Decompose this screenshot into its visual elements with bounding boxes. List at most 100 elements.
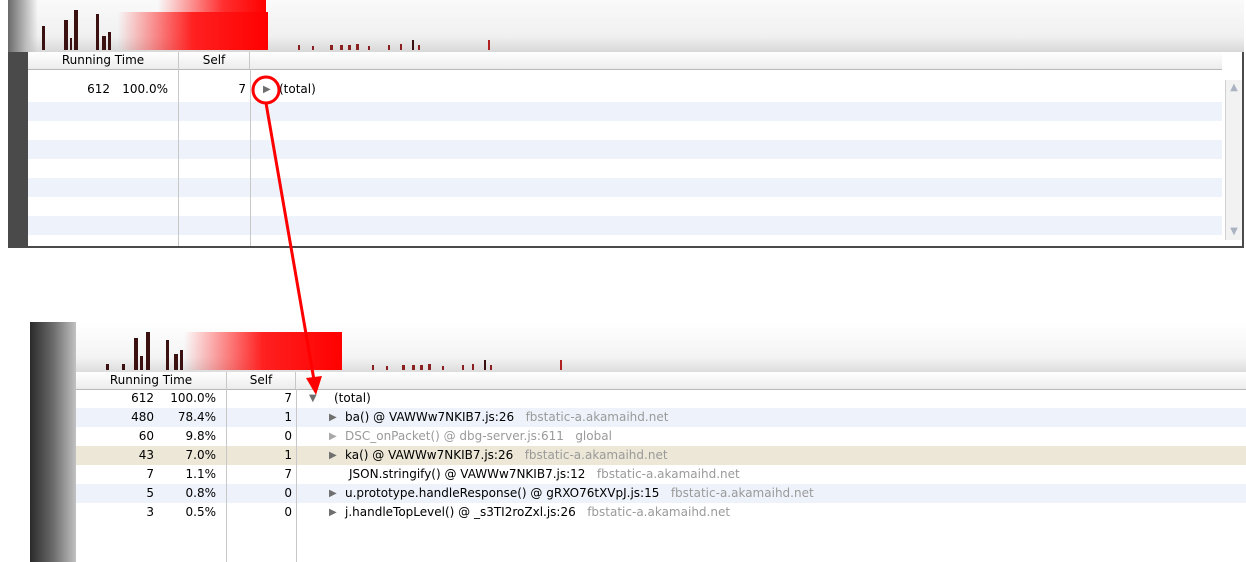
expand-triangle-icon[interactable]: ▶ [329,503,337,522]
timeline-tick [472,364,474,370]
expand-triangle-icon[interactable]: ▶ [329,446,337,465]
vertical-scrollbar[interactable]: ▲ ▼ [1225,80,1242,240]
row-stripe [28,178,1222,197]
row-self: 1 [284,448,292,462]
column-divider [250,69,251,246]
row-self: 1 [284,410,292,424]
call-tree-table: Running Time Self 612 100.0% 7 ▼ (total)… [76,372,1246,562]
timeline-spike [174,354,178,370]
bottom-profiler-panel: Running Time Self 612 100.0% 7 ▼ (total)… [30,322,1246,562]
table-header: Running Time Self [28,52,1222,70]
cpu-heat-region [158,0,266,12]
row-percent: 9.8% [185,429,217,443]
row-host: fbstatic-a.akamaihd.net [524,448,668,462]
timeline-tick [490,365,492,370]
row-function-name: JSON.stringify() @ VAWWw7NKIB7.js:12 fbs… [349,467,740,481]
timeline-tick [412,40,414,50]
row-percent: 1.1% [185,467,217,481]
row-count: 612 [131,391,154,405]
timeline-tick [484,360,486,370]
timeline-tick [462,365,464,370]
timeline-spike [70,38,72,50]
timeline-spike [74,10,78,50]
timeline-spike [106,364,109,370]
row-count: 480 [131,410,154,424]
row-function-name: ka() @ VAWWw7NKIB7.js:26 fbstatic-a.akam… [345,448,668,462]
call-tree-table: Running Time Self 612 100.0% 7 ▶ (total)… [28,52,1242,246]
timeline-tick [442,366,444,370]
row-function-name: (total) [279,82,316,96]
scroll-down-icon[interactable]: ▼ [1226,224,1242,240]
row-self: 7 [238,82,246,96]
timeline-tick [402,365,405,370]
table-header: Running Time Self [76,372,1246,390]
row-host: global [575,429,612,443]
expand-triangle-icon[interactable]: ▶ [329,484,337,503]
cpu-heat-region [184,332,342,370]
expand-triangle-icon[interactable]: ▶ [263,80,271,99]
timeline-spike [140,356,143,370]
column-running-time[interactable]: Running Time [28,52,179,69]
column-self[interactable]: Self [227,372,296,389]
timeline-spike [166,340,169,370]
timeline-spike [134,338,138,370]
row-self: 7 [284,467,292,481]
row-count: 60 [138,429,154,443]
row-stripe [28,140,1222,159]
row-percent: 78.4% [177,410,216,424]
scroll-up-icon[interactable]: ▲ [1226,80,1242,96]
timeline-tick [298,45,300,50]
column-divider [296,389,297,562]
row-percent: 100.0% [170,391,216,405]
column-divider [178,69,179,246]
timeline-tick [368,46,370,50]
row-host: fbstatic-a.akamaihd.net [670,486,814,500]
timeline-spike [42,26,45,50]
timeline-overview[interactable] [8,0,1244,52]
expand-triangle-icon[interactable]: ▶ [329,408,337,427]
cpu-heat-region [118,12,268,50]
timeline-spike [108,32,111,50]
timeline-tick [312,46,314,50]
timeline-tick [340,45,343,50]
collapse-triangle-icon[interactable]: ▼ [309,389,317,408]
row-self: 7 [284,391,292,405]
row-function-name: ba() @ VAWWw7NKIB7.js:26 fbstatic-a.akam… [345,410,669,424]
row-function-name: (total) [334,391,371,405]
row-host: fbstatic-a.akamaihd.net [525,410,669,424]
row-percent: 7.0% [185,448,217,462]
timeline-tick [428,364,431,370]
timeline-tick [372,365,374,370]
column-running-time[interactable]: Running Time [76,372,227,389]
row-count: 612 [87,82,110,96]
row-self: 0 [284,505,292,519]
timeline-tick [388,45,390,50]
column-self[interactable]: Self [179,52,250,69]
timeline-tick [386,366,388,370]
timeline-tick [330,45,333,50]
row-count: 43 [138,448,154,462]
timeline-tick [420,365,423,370]
timeline-tick [560,360,562,370]
row-function-name: j.handleTopLevel() @ _s3TI2roZxl.js:26 f… [345,505,731,519]
timeline-tick [418,45,420,50]
row-count: 7 [146,467,154,481]
timeline-spike [146,332,150,370]
row-percent: 0.8% [185,486,217,500]
timeline-tick [356,44,359,50]
row-function-name: DSC_onPacket() @ dbg-server.js:611 globa… [345,429,612,443]
timeline-tick [488,40,490,50]
row-count: 5 [146,486,154,500]
row-stripe [28,216,1222,235]
row-host: fbstatic-a.akamaihd.net [596,467,740,481]
column-divider [226,389,227,562]
timeline-spike [122,364,125,370]
timeline-spike [96,14,99,50]
overview-edge-shadow [8,0,38,52]
row-function-name: u.prototype.handleResponse() @ gRXO76tXV… [345,486,814,500]
row-stripe [28,102,1222,121]
expand-triangle-icon[interactable]: ▶ [329,427,337,446]
timeline-spike [64,20,68,50]
timeline-overview[interactable] [76,322,1246,372]
row-percent: 0.5% [185,505,217,519]
